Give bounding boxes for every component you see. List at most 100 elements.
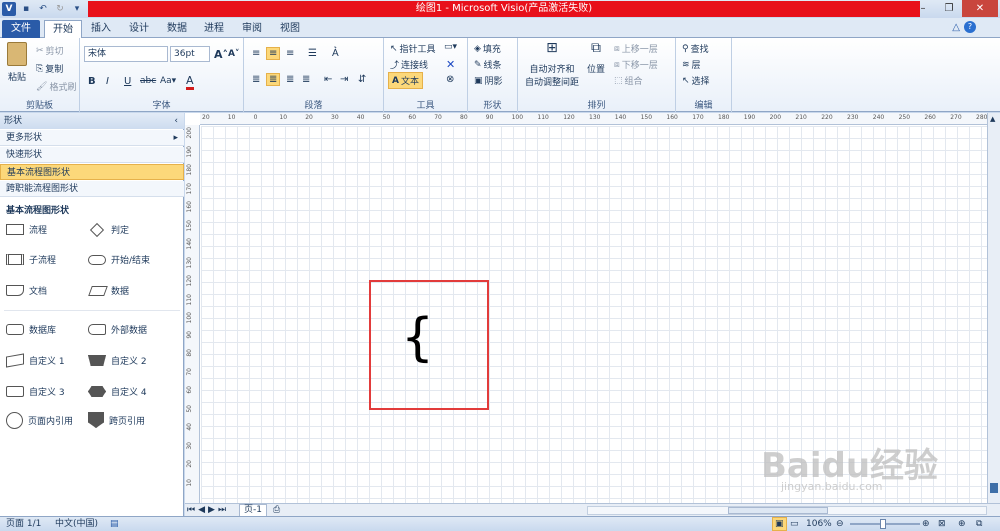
justify-icon[interactable]: ≣ bbox=[302, 74, 310, 85]
page-count[interactable]: 页面 1/1 bbox=[6, 517, 41, 531]
text-tool-button[interactable]: A 文本 bbox=[388, 72, 423, 89]
cut-button[interactable]: ✂ 剪切 bbox=[36, 44, 64, 58]
language-status[interactable]: 中文(中国) bbox=[55, 517, 98, 531]
send-backward-button[interactable]: ⧈ 下移一层 bbox=[614, 58, 658, 72]
shape-process[interactable]: 流程 bbox=[6, 223, 47, 236]
connection-point-icon[interactable]: ⊗ bbox=[446, 74, 454, 85]
shrink-font-icon[interactable]: A˅ bbox=[228, 49, 239, 59]
layers-button[interactable]: ≋ 层 bbox=[682, 58, 701, 72]
pan-zoom-icon[interactable]: ⊕ bbox=[958, 517, 966, 531]
line-button[interactable]: ✎ 线条 bbox=[474, 58, 502, 72]
close-x-icon[interactable]: ✕ bbox=[446, 58, 455, 71]
group-button[interactable]: ⬚ 组合 bbox=[614, 74, 643, 88]
shape-document[interactable]: 文档 bbox=[6, 284, 47, 297]
font-size-combo[interactable]: 36pt bbox=[170, 46, 210, 62]
zoom-in-icon[interactable]: ⊕ bbox=[922, 517, 930, 531]
font-name-combo[interactable]: 宋体 bbox=[84, 46, 168, 62]
zoom-out-icon[interactable]: ⊖ bbox=[836, 517, 844, 531]
tab-view[interactable]: 视图 bbox=[275, 20, 305, 38]
pointer-tool-button[interactable]: ↖ 指针工具 bbox=[390, 42, 436, 56]
shape-subprocess[interactable]: 子流程 bbox=[6, 253, 56, 266]
undo-icon[interactable]: ↶ bbox=[36, 2, 50, 16]
shape-custom-1[interactable]: 自定义 1 bbox=[6, 353, 65, 368]
more-shapes-item[interactable]: 更多形状 ▸ bbox=[0, 130, 184, 146]
paragraph-settings-icon[interactable]: ⇵ bbox=[358, 74, 366, 85]
page-nav-icons[interactable]: ⏮◀▶⏭ bbox=[187, 505, 229, 515]
horizontal-scrollbar[interactable] bbox=[587, 506, 987, 515]
shape-decision[interactable]: 判定 bbox=[88, 222, 129, 237]
close-button[interactable]: ✕ bbox=[962, 0, 998, 17]
position-button[interactable]: ⧉ 位置 bbox=[584, 40, 608, 75]
shape-external-data[interactable]: 外部数据 bbox=[88, 323, 147, 336]
zoom-level[interactable]: 106% bbox=[806, 517, 832, 531]
shape-custom-2[interactable]: 自定义 2 bbox=[88, 354, 147, 367]
paste-button[interactable]: 粘贴 bbox=[4, 42, 30, 83]
minimize-button[interactable]: – bbox=[910, 0, 936, 17]
tab-process[interactable]: 进程 bbox=[199, 20, 229, 38]
decrease-indent-icon[interactable]: ⇤ bbox=[324, 74, 332, 85]
underline-icon[interactable]: U bbox=[124, 76, 131, 87]
grow-font-icon[interactable]: A˄ bbox=[214, 48, 228, 61]
collapse-panel-icon[interactable]: ‹ bbox=[174, 113, 178, 129]
zoom-slider-thumb[interactable] bbox=[880, 519, 886, 529]
align-middle-icon[interactable]: ≡ bbox=[266, 47, 281, 60]
shape-database[interactable]: 数据库 bbox=[6, 323, 56, 336]
text-direction-icon[interactable]: A͛ bbox=[332, 48, 339, 59]
align-center-icon[interactable]: ≣ bbox=[266, 73, 281, 86]
format-painter-button[interactable]: 🖌 格式刷 bbox=[36, 80, 76, 94]
drawing-canvas[interactable]: { Baidu经验 jingyan.baidu.com bbox=[201, 126, 987, 503]
basic-flowchart-item[interactable]: 基本流程图形状 bbox=[0, 164, 184, 180]
shape-start-end[interactable]: 开始/结束 bbox=[88, 253, 150, 266]
cross-functional-item[interactable]: 跨职能流程图形状 bbox=[0, 181, 184, 197]
tab-home[interactable]: 开始 bbox=[44, 20, 82, 38]
vertical-scrollbar[interactable]: ▲ bbox=[987, 113, 1000, 503]
shadow-button[interactable]: ▣ 阴影 bbox=[474, 74, 503, 88]
font-color-icon[interactable]: A bbox=[186, 74, 194, 90]
insert-page-icon[interactable]: ⎙ bbox=[273, 505, 280, 515]
fit-page-icon[interactable]: ⊠ bbox=[938, 517, 946, 531]
quick-shapes-item[interactable]: 快速形状 bbox=[0, 147, 184, 163]
tab-data[interactable]: 数据 bbox=[162, 20, 192, 38]
switch-windows-icon[interactable]: ⧉ bbox=[976, 517, 982, 531]
italic-icon[interactable]: I bbox=[106, 76, 109, 87]
minimize-ribbon-icon[interactable]: △ bbox=[952, 22, 960, 33]
strikethrough-icon[interactable]: abc bbox=[140, 76, 156, 86]
increase-indent-icon[interactable]: ⇥ bbox=[340, 74, 348, 85]
macro-record-icon[interactable]: ▤ bbox=[110, 517, 119, 531]
shape-custom-4[interactable]: 自定义 4 bbox=[88, 385, 147, 398]
tab-design[interactable]: 设计 bbox=[124, 20, 154, 38]
align-left-icon[interactable]: ≣ bbox=[252, 74, 260, 85]
fill-button[interactable]: ◈ 填充 bbox=[474, 42, 501, 56]
align-top-icon[interactable]: ≡ bbox=[252, 48, 260, 59]
shape-custom-3[interactable]: 自定义 3 bbox=[6, 385, 65, 398]
shape-data[interactable]: 数据 bbox=[88, 284, 129, 297]
auto-align-space-button[interactable]: ⊞ 自动对齐和 自动调整间距 bbox=[522, 40, 582, 88]
bold-icon[interactable]: B bbox=[88, 76, 96, 87]
shape-on-page-reference[interactable]: 页面内引用 bbox=[6, 412, 73, 429]
tab-insert[interactable]: 插入 bbox=[86, 20, 116, 38]
tab-review[interactable]: 审阅 bbox=[237, 20, 267, 38]
rectangle-tool-button[interactable]: ▭▾ bbox=[444, 42, 457, 52]
normal-view-icon[interactable]: ▣ bbox=[772, 517, 787, 531]
shape-off-page-reference[interactable]: 跨页引用 bbox=[88, 412, 145, 428]
scroll-thumb[interactable] bbox=[990, 483, 998, 493]
font-case-icon[interactable]: Aa▾ bbox=[160, 76, 176, 86]
brace-text[interactable]: { bbox=[401, 308, 434, 368]
select-button[interactable]: ↖ 选择 bbox=[682, 74, 710, 88]
fullscreen-view-icon[interactable]: ▭ bbox=[790, 517, 799, 531]
find-button[interactable]: ⚲ 查找 bbox=[682, 42, 709, 56]
bring-forward-button[interactable]: ⧈ 上移一层 bbox=[614, 42, 658, 56]
help-icon[interactable]: ? bbox=[964, 21, 976, 33]
hscroll-thumb[interactable] bbox=[728, 507, 828, 514]
restore-button[interactable]: ❐ bbox=[936, 0, 962, 17]
copy-button[interactable]: ⎘ 复制 bbox=[36, 62, 63, 76]
save-icon[interactable]: ▪ bbox=[19, 2, 33, 16]
bullets-icon[interactable]: ☰ bbox=[308, 48, 317, 59]
customize-qat-icon[interactable]: ▾ bbox=[70, 2, 84, 16]
align-right-icon[interactable]: ≣ bbox=[286, 74, 294, 85]
align-bottom-icon[interactable]: ≡ bbox=[286, 48, 294, 59]
redo-icon[interactable]: ↻ bbox=[53, 2, 67, 16]
connector-button[interactable]: ⤴ 连接线 bbox=[390, 58, 428, 71]
scroll-up-icon[interactable]: ▲ bbox=[990, 115, 995, 123]
tab-file[interactable]: 文件 bbox=[2, 20, 40, 38]
